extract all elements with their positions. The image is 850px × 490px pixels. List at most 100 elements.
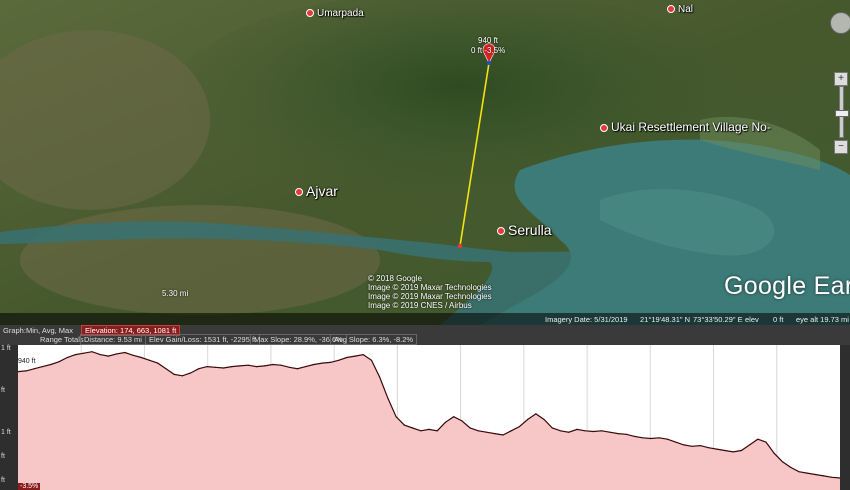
current-elevation-label: 940 ft — [18, 358, 36, 365]
elevation-point — [453, 416, 455, 418]
longitude-readout: 73°33'50.29" E — [693, 315, 743, 324]
imagery-copyright: © 2018 Google Image © 2019 Maxar Technol… — [368, 274, 492, 310]
elevation-point — [338, 359, 340, 361]
elevation-point — [116, 353, 118, 355]
place-label[interactable]: Umarpada — [306, 8, 364, 19]
elevation-point — [50, 363, 52, 366]
elevation-point — [592, 430, 595, 433]
navigation-compass-icon[interactable] — [830, 12, 850, 34]
elevation-point — [124, 351, 126, 354]
elevation-point — [707, 447, 710, 449]
elevation-point — [691, 445, 693, 447]
elevation-point — [387, 397, 389, 399]
elevation-point — [831, 476, 833, 478]
elevation-point — [477, 430, 479, 432]
elevation-point — [412, 427, 414, 429]
place-label[interactable]: Serulla — [497, 222, 552, 238]
elevation-point — [329, 361, 331, 363]
elevation-point — [354, 355, 356, 357]
zoom-in-icon[interactable]: + — [834, 72, 848, 86]
elev-label: elev — [745, 315, 759, 324]
place-label[interactable]: Ajvar — [295, 183, 338, 199]
elevation-point — [157, 362, 159, 364]
elevation-point — [814, 473, 816, 476]
place-dot-icon — [295, 188, 303, 197]
elevation-point — [798, 471, 800, 473]
elevation-point — [740, 449, 743, 452]
elevation-point — [140, 356, 142, 359]
elevation-point — [699, 445, 701, 447]
elevation-point — [428, 428, 430, 430]
elevation-profile-panel: Graph: Min, Avg, Max Elevation: 174, 663… — [0, 325, 850, 490]
elevation-point — [33, 368, 35, 370]
elevation-point — [633, 435, 636, 437]
graph-modes-toggle[interactable]: Min, Avg, Max — [26, 326, 73, 335]
elevation-point — [609, 431, 611, 433]
map-view[interactable]: Umarpada Nal Ukai Resettlement Village N… — [0, 0, 850, 325]
elevation-point — [749, 444, 751, 446]
place-name: Serulla — [508, 222, 552, 238]
elevation-point — [379, 376, 381, 378]
place-dot-icon — [306, 9, 314, 18]
zoom-slider-thumb[interactable] — [835, 110, 849, 117]
elevation-point — [502, 434, 504, 436]
place-label[interactable]: Ukai Resettlement Village No- — [600, 120, 771, 134]
elevation-profile-chart[interactable] — [18, 345, 840, 490]
elevation-point — [362, 354, 364, 356]
distance-stat: Distance: 9.53 mi — [80, 334, 146, 345]
elevation-point — [173, 373, 175, 375]
elevation-point — [535, 413, 537, 415]
copyright-line: Image © 2019 Maxar Technologies — [368, 292, 492, 301]
elevation-point — [461, 420, 463, 422]
path-end-point — [457, 243, 463, 249]
elevation-point — [58, 361, 60, 363]
eye-altitude: eye alt 19.73 mi — [796, 315, 849, 324]
elevation-point — [716, 448, 718, 450]
imagery-date: Imagery Date: 5/31/2019 — [545, 315, 628, 324]
elevation-point — [231, 366, 233, 368]
copyright-line: Image © 2019 CNES / Airbus — [368, 301, 472, 310]
elevation-point — [247, 364, 249, 366]
place-label[interactable]: Nal — [667, 4, 693, 15]
elevation-point — [395, 416, 397, 418]
elevation-point — [255, 366, 257, 368]
navigation-controls[interactable]: + − — [830, 12, 850, 154]
elevation-point — [403, 424, 405, 426]
zoom-out-icon[interactable]: − — [834, 140, 848, 154]
elevation-point — [444, 421, 446, 423]
elevation-point — [757, 438, 759, 440]
elevation-point — [198, 368, 200, 370]
elevation-point — [781, 461, 784, 463]
y-axis-label: ft — [1, 477, 5, 484]
graph-label: Graph: — [3, 326, 26, 335]
elevation-point — [74, 354, 77, 356]
elevation-point — [683, 444, 685, 446]
elevation-point — [625, 433, 627, 435]
elev-value: 0 ft — [773, 315, 784, 324]
copyright-line: Image © 2019 Maxar Technologies — [368, 283, 492, 292]
elevation-point — [107, 355, 109, 357]
elevation-point — [305, 366, 307, 368]
profile-header: Graph: Min, Avg, Max Elevation: 174, 663… — [0, 325, 850, 345]
elevation-point — [280, 364, 282, 366]
place-name: Nal — [678, 4, 694, 15]
elevation-point — [790, 466, 792, 468]
elevation-point — [190, 372, 192, 374]
elevation-point — [148, 359, 151, 361]
place-name: Umarpada — [317, 8, 364, 19]
elevation-point — [658, 437, 660, 439]
elevation-point — [527, 418, 529, 421]
range-totals-label: Range Totals — [40, 335, 84, 344]
elevation-point — [222, 367, 225, 369]
elevation-point — [650, 437, 652, 440]
elevation-point — [568, 431, 570, 433]
y-axis-label: 1 ft — [1, 345, 11, 352]
elevation-point — [518, 426, 520, 428]
elevation-point — [206, 366, 208, 368]
elevation-point — [239, 365, 241, 367]
elevation-point — [551, 427, 553, 429]
elevation-point — [494, 433, 496, 435]
google-earth-logo: Google Earth — [724, 272, 850, 300]
place-name: Ajvar — [306, 183, 338, 199]
elevation-point — [91, 351, 93, 353]
